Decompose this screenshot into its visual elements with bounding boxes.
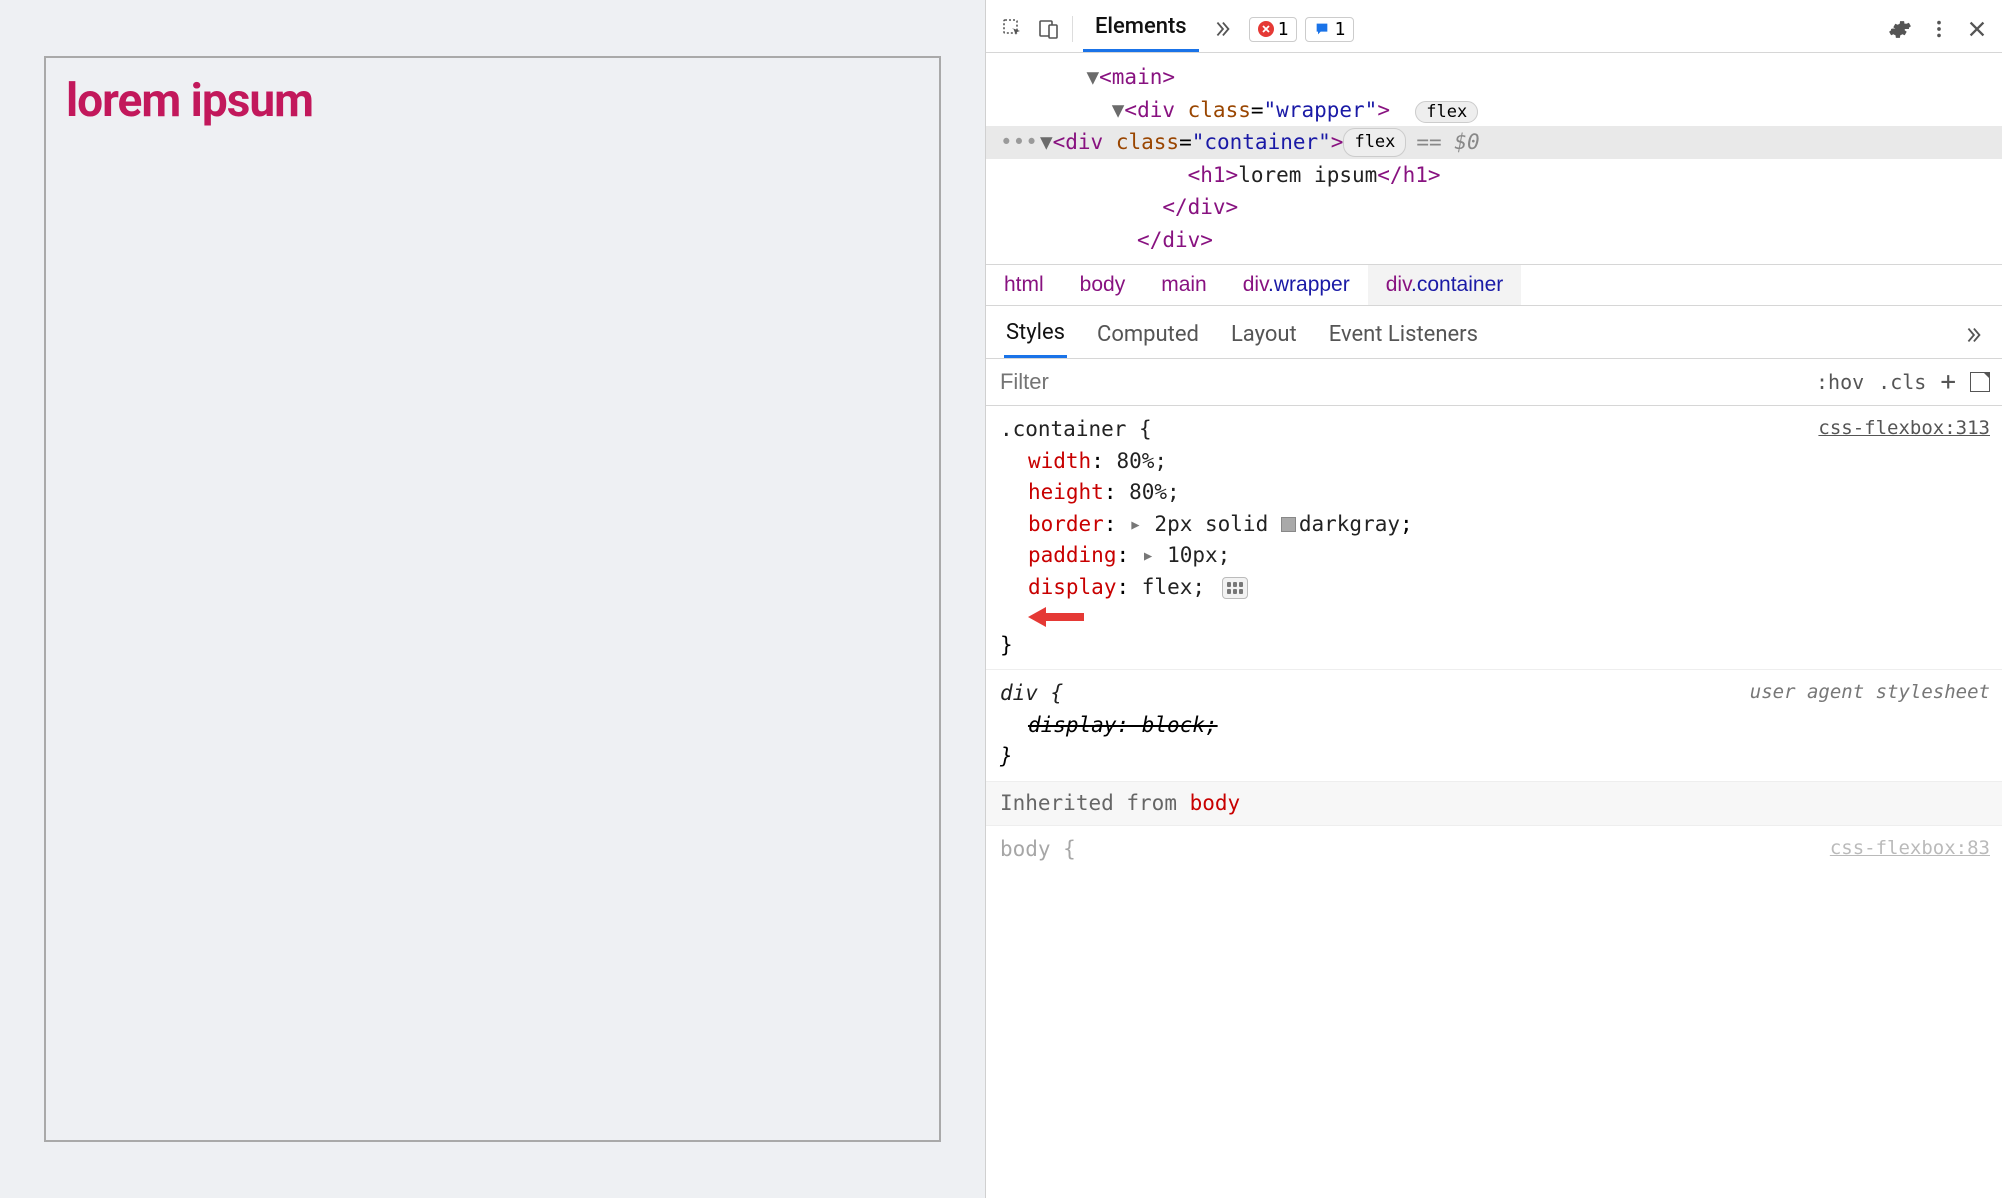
message-count-pill[interactable]: 1 <box>1305 17 1354 42</box>
rule-source-link[interactable]: css-flexbox:313 <box>1818 414 1990 443</box>
message-icon <box>1314 21 1330 37</box>
devtools-toolbar: Elements 1 1 <box>986 0 2002 53</box>
devtools-panel: Elements 1 1 <box>985 0 2002 1198</box>
more-subtabs-icon[interactable] <box>1962 324 1984 346</box>
close-devtools-icon[interactable] <box>1966 18 1988 40</box>
crumb-container[interactable]: div.container <box>1368 265 1522 305</box>
new-style-rule-button[interactable]: + <box>1940 367 1956 397</box>
dom-gutter-icon[interactable]: ••• <box>998 126 1040 159</box>
settings-icon[interactable] <box>1888 17 1912 41</box>
decl-border[interactable]: border: ▸ 2px solid darkgray; <box>1000 509 1988 541</box>
flex-badge[interactable]: flex <box>1343 128 1406 156</box>
subtab-layout[interactable]: Layout <box>1229 314 1299 357</box>
cls-toggle[interactable]: .cls <box>1878 370 1926 394</box>
selected-node-marker: == $0 <box>1416 126 1479 159</box>
color-swatch-icon[interactable] <box>1281 517 1296 532</box>
rule-div-ua[interactable]: user agent stylesheet div { display: blo… <box>986 670 2002 782</box>
decl-width[interactable]: width: 80%; <box>1000 446 1988 478</box>
dom-node-container-selected[interactable]: ••• ▼<div class="container"> flex== $0 <box>986 126 2002 159</box>
dom-node-wrapper[interactable]: ▼<div class="wrapper"> flex <box>986 94 2002 127</box>
flexbox-editor-icon[interactable] <box>1222 577 1248 599</box>
annotation-arrow-icon <box>1028 604 1988 630</box>
styles-subtabs: Styles Computed Layout Event Listeners <box>986 305 2002 359</box>
inherited-from-selector[interactable]: body <box>1190 791 1241 815</box>
preview-heading: lorem ipsum <box>66 74 313 128</box>
message-count: 1 <box>1334 19 1345 40</box>
decl-display-block[interactable]: display: block; <box>1000 710 1988 742</box>
decl-padding[interactable]: padding: ▸ 10px; <box>1000 540 1988 572</box>
decl-height[interactable]: height: 80%; <box>1000 477 1988 509</box>
dom-tree[interactable]: ▼<main> ▼<div class="wrapper"> flex ••• … <box>986 53 2002 264</box>
flex-badge[interactable]: flex <box>1415 101 1478 123</box>
inherited-from-row: Inherited from body <box>986 782 2002 827</box>
computed-sidebar-toggle-icon[interactable] <box>1970 372 1990 392</box>
rule-close-brace: } <box>1000 630 1988 662</box>
crumb-wrapper[interactable]: div.wrapper <box>1225 265 1368 305</box>
crumb-body[interactable]: body <box>1062 265 1144 305</box>
kebab-menu-icon[interactable] <box>1928 18 1950 40</box>
subtab-event-listeners[interactable]: Event Listeners <box>1327 314 1480 357</box>
crumb-html[interactable]: html <box>986 265 1062 305</box>
dom-node-div-close2[interactable]: </div> <box>986 224 2002 257</box>
dom-node-div-close[interactable]: </div> <box>986 191 2002 224</box>
error-count-pill[interactable]: 1 <box>1249 17 1298 42</box>
crumb-main[interactable]: main <box>1143 265 1225 305</box>
more-tabs-icon[interactable] <box>1209 16 1235 42</box>
rule-container[interactable]: css-flexbox:313 .container { width: 80%;… <box>986 406 2002 670</box>
dom-node-main[interactable]: ▼<main> <box>986 61 2002 94</box>
dom-breadcrumbs: html body main div.wrapper div.container <box>986 264 2002 305</box>
rule-selector[interactable]: body { <box>1000 834 1988 866</box>
rule-source-ua: user agent stylesheet <box>1750 678 1990 707</box>
rule-close-brace: } <box>1000 741 1988 773</box>
inspect-element-icon[interactable] <box>1000 16 1026 42</box>
page-preview: lorem ipsum <box>0 0 985 1198</box>
preview-container: lorem ipsum <box>44 56 941 1142</box>
error-count: 1 <box>1278 19 1289 40</box>
subtab-styles[interactable]: Styles <box>1004 312 1067 358</box>
styles-filter-input[interactable] <box>986 359 1804 405</box>
rule-body[interactable]: css-flexbox:83 body { <box>986 826 2002 874</box>
dom-node-h1[interactable]: <h1>lorem ipsum</h1> <box>986 159 2002 192</box>
styles-filter-row: :hov .cls + <box>986 359 2002 406</box>
styles-pane: css-flexbox:313 .container { width: 80%;… <box>986 406 2002 1198</box>
device-toolbar-icon[interactable] <box>1036 16 1062 42</box>
decl-display[interactable]: display: flex; <box>1000 572 1988 630</box>
tab-elements[interactable]: Elements <box>1083 6 1199 52</box>
subtab-computed[interactable]: Computed <box>1095 314 1201 357</box>
hov-toggle[interactable]: :hov <box>1816 370 1864 394</box>
error-icon <box>1258 21 1274 37</box>
